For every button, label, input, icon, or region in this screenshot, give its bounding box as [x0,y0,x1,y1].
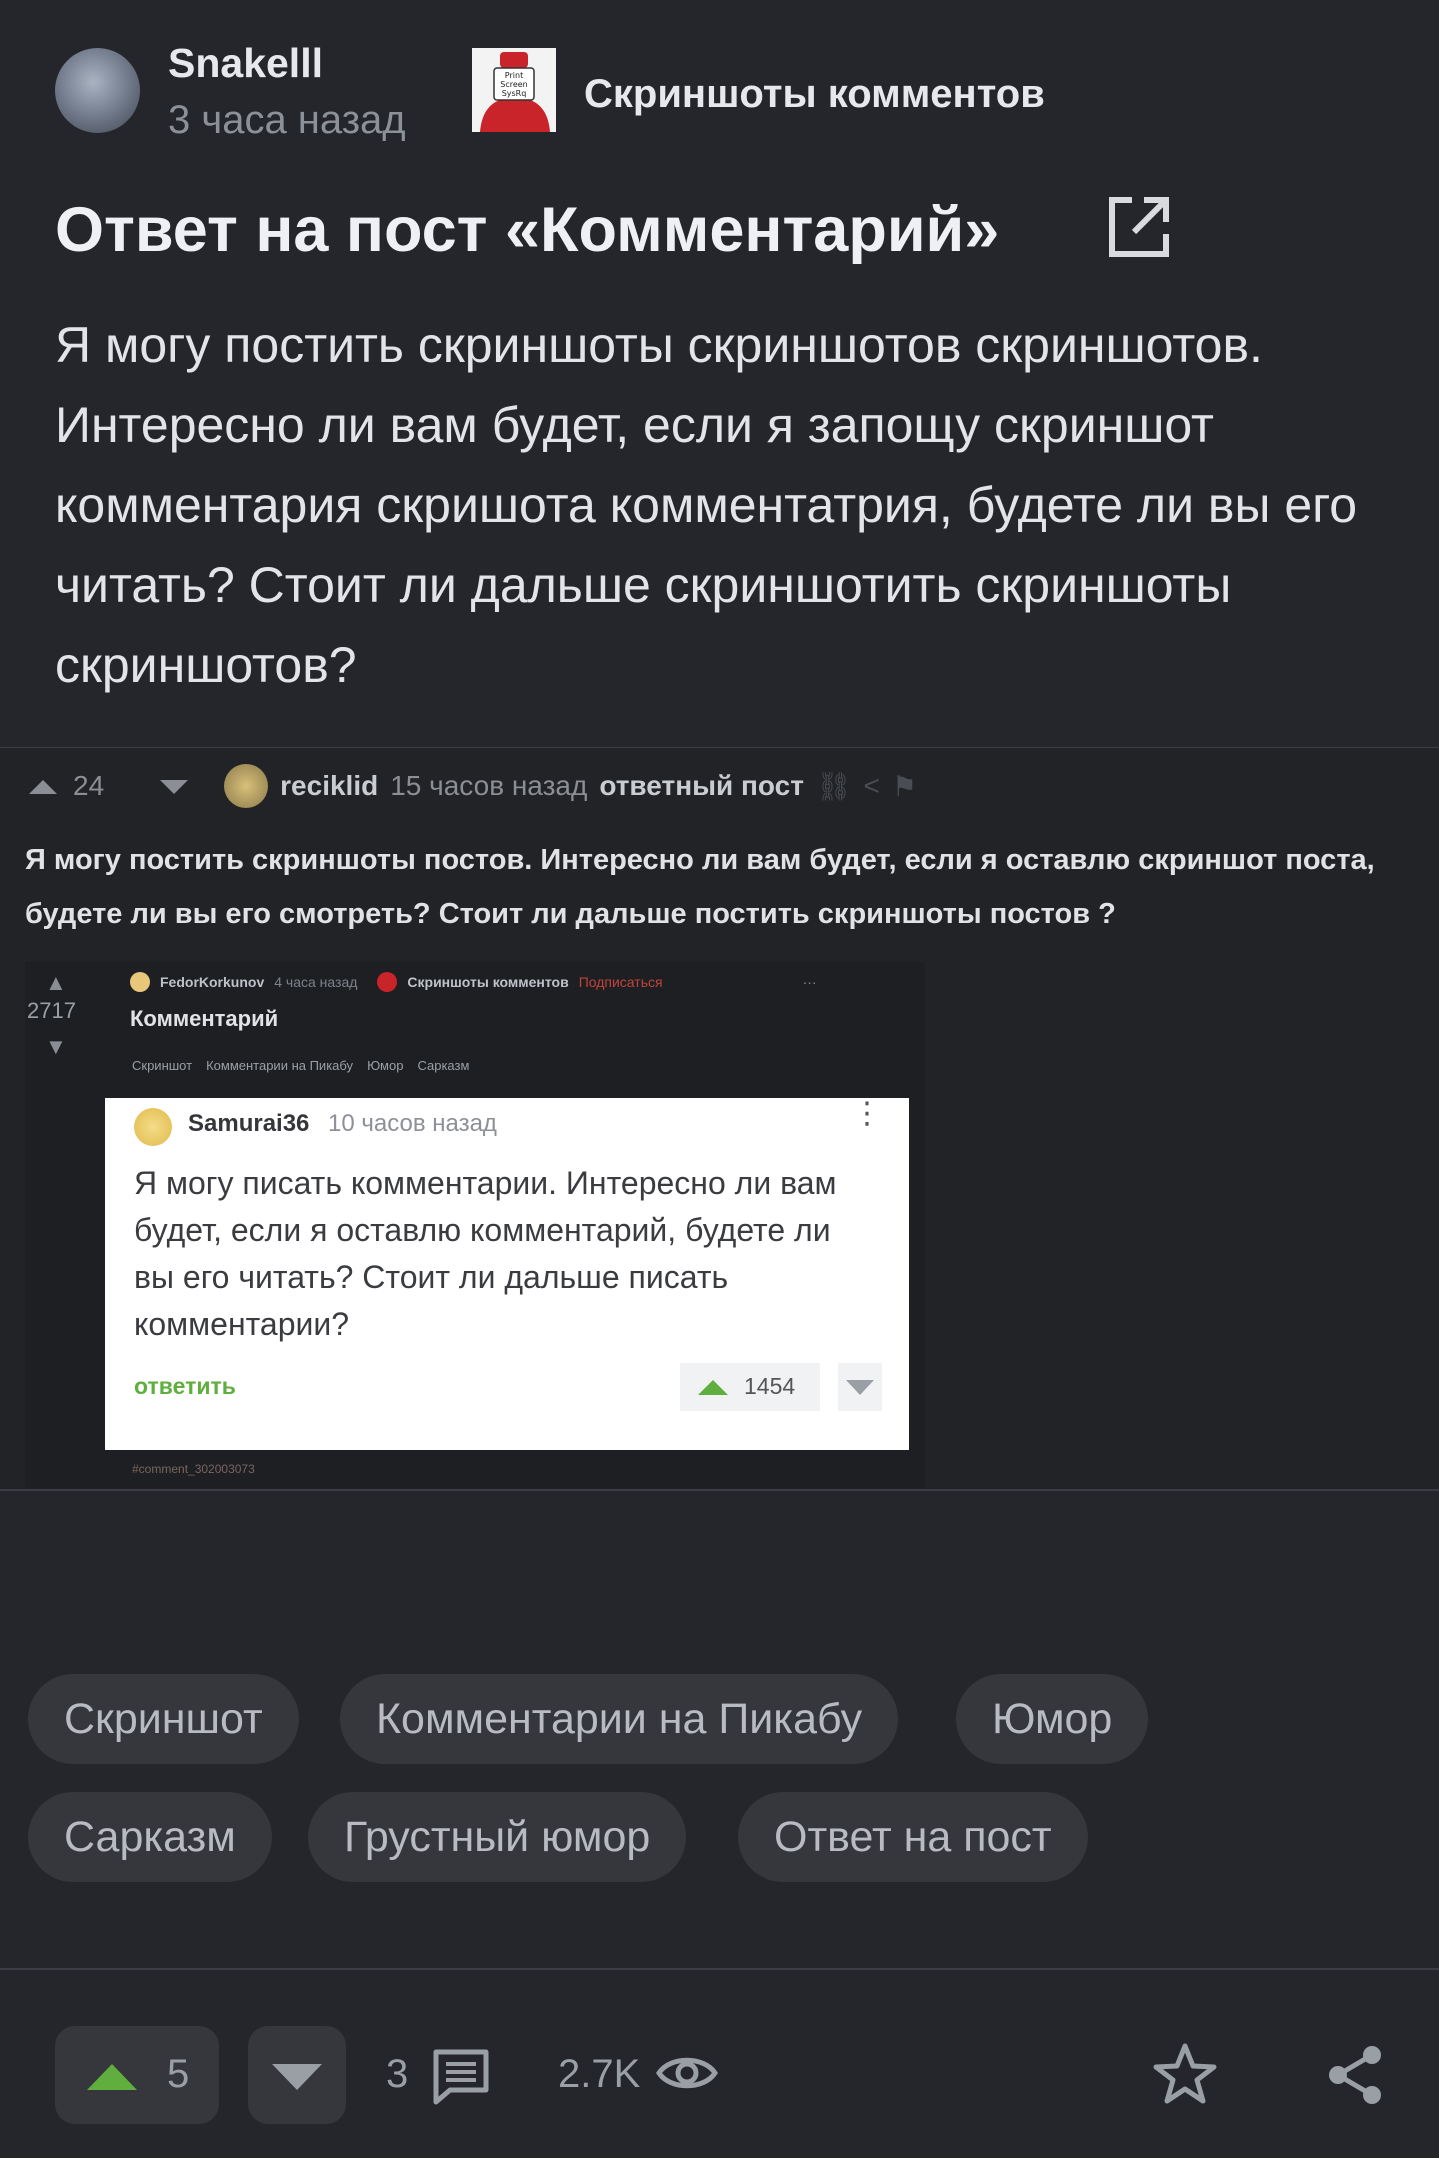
svg-text:Screen: Screen [500,80,528,89]
comment-downvote [838,1363,882,1411]
author-name[interactable]: Snakelll [168,40,323,87]
external-link-icon[interactable] [1104,194,1172,262]
comment-votes: 1454 [744,1373,796,1399]
views-count: 2.7K [558,2052,641,2096]
nested-community-icon [377,972,398,992]
comment-votes-box: 1454 [680,1363,820,1411]
comment-downvote-icon [846,1380,874,1395]
tag-chip[interactable]: Комментарии на Пикабу [340,1674,899,1764]
comment-more-icon: ⋮ [852,1097,882,1130]
nested-avatar [130,972,150,992]
divider [0,1968,1439,1970]
upvote-icon [29,780,57,794]
post-title[interactable]: Ответ на пост «Комментарий» [55,194,999,266]
comment-user: Samurai36 [188,1110,310,1137]
nested-time: 4 часа назад [274,974,358,990]
eye-icon [656,2057,718,2089]
comment-reply: ответить [134,1373,236,1399]
divider [0,1489,1439,1491]
community-avatar[interactable]: Print Screen SysRq [472,48,556,132]
screenshot-avatar [224,764,269,808]
nested-tag: Юмор [367,1058,404,1073]
nested-tag: Комментарии на Пикабу [206,1058,354,1073]
svg-text:Print: Print [505,71,523,80]
post-body: Я могу постить скриншоты скриншотов скри… [55,317,1358,693]
comment-text: Я могу писать комментарии. Интересно ли … [134,1165,837,1342]
comments-count[interactable]: 3 [386,2052,408,2097]
upvote-icon [87,2064,137,2090]
screenshot-header: 24 reciklid 15 часов назад ответный пост… [25,762,917,810]
nested-subscribe: Подписаться [578,974,663,990]
nested-tags: Скриншот Комментарии на Пикабу Юмор Сарк… [132,1058,469,1073]
nested-tag: Сарказм [417,1058,470,1073]
tag-chip[interactable]: Грустный юмор [308,1792,687,1882]
svg-text:SysRq: SysRq [502,89,527,98]
downvote-icon [160,780,189,794]
flag-icon: ⚑ [891,770,917,802]
post-time: 3 часа назад [168,98,406,142]
tag-chip[interactable]: Юмор [956,1674,1149,1764]
share-icon: < [863,770,880,801]
tag-chip[interactable]: Сарказм [28,1792,272,1882]
nested-votes: 2717 [27,998,76,1023]
nested-user: FedorKorkunov [160,974,265,990]
comment-upvote-icon [698,1380,728,1395]
nested-more-icon: ··· [802,974,817,990]
screenshot-user: reciklid [280,770,379,801]
nested-tag: Скриншот [132,1058,193,1073]
star-icon[interactable] [1152,2042,1218,2106]
screenshot-votes: 24 [73,770,105,801]
rating-value: 5 [167,2052,190,2096]
comments-icon[interactable] [430,2046,492,2106]
nested-upvote-icon: ▲ [45,970,67,995]
comment-avatar [134,1108,172,1146]
nested-downvote-icon: ▼ [45,1034,67,1059]
nested-vote-column: ▲ 2717 ▼ [25,962,105,1488]
tag-chip[interactable]: Ответ на пост [738,1792,1088,1882]
author-avatar[interactable] [55,48,140,133]
downvote-icon [272,2064,322,2090]
community-name[interactable]: Скриншоты комментов [584,72,1045,117]
comment-time: 10 часов назад [328,1110,497,1137]
upvote-button[interactable]: 5 [55,2026,219,2124]
nested-title: Комментарий [130,1006,279,1031]
share-icon[interactable] [1326,2044,1386,2106]
nested-footer: #comment_302003073 [132,1462,255,1476]
screenshot-label: ответный пост [599,770,804,801]
tag-chip[interactable]: Скриншот [28,1674,299,1764]
screenshot-text: Я могу постить скриншоты постов. Интерес… [25,844,1375,930]
nested-community: Скриншоты комментов [407,974,569,990]
nested-header: FedorKorkunov 4 часа назад Скриншоты ком… [130,972,817,992]
link-icon: ⛓ [815,770,852,802]
screenshot-time: 15 часов назад [390,770,588,801]
downvote-button[interactable] [248,2026,346,2124]
